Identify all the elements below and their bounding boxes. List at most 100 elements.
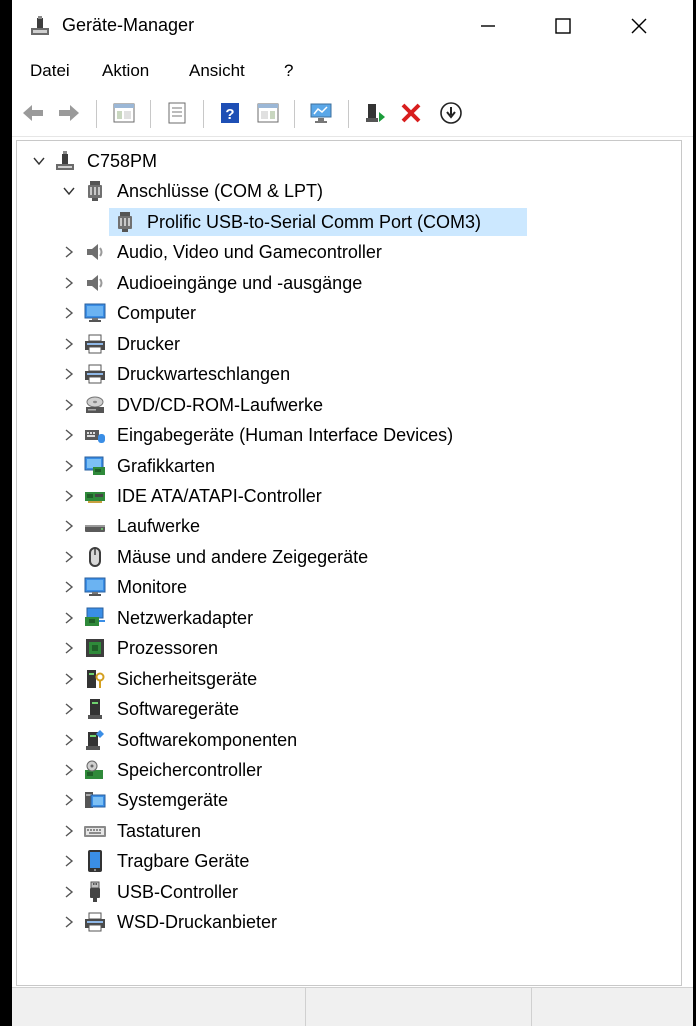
tree-category[interactable]: Audio, Video und Gamecontroller [17, 237, 679, 267]
chevron-right-icon[interactable] [61, 732, 77, 748]
tree-item-label: Audioeingänge und -ausgänge [117, 272, 363, 293]
usb-icon [83, 880, 107, 904]
tree-category[interactable]: Tastaturen [17, 816, 679, 846]
menu-datei[interactable]: Datei [30, 61, 70, 81]
tree-item-label: WSD-Druckanbieter [117, 912, 278, 933]
chevron-right-icon[interactable] [61, 671, 77, 687]
tree-root-computer[interactable]: C758PM [17, 146, 679, 176]
tree-item-label: Anschlüsse (COM & LPT) [117, 181, 324, 202]
tree-category[interactable]: Systemgeräte [17, 785, 679, 815]
toolbar-separator [348, 100, 349, 128]
maximize-icon [555, 18, 571, 34]
maximize-button[interactable] [528, 0, 598, 52]
chevron-right-icon[interactable] [61, 549, 77, 565]
console-tree-button[interactable] [109, 98, 139, 128]
title-bar[interactable]: Geräte-Manager [12, 0, 693, 52]
tree-category[interactable]: Softwarekomponenten [17, 725, 679, 755]
tree-item-label: USB-Controller [117, 881, 239, 902]
tree-category[interactable]: Tragbare Geräte [17, 846, 679, 876]
properties-icon [168, 102, 186, 124]
help-button[interactable]: ? [215, 98, 245, 128]
tree-category[interactable]: WSD-Druckanbieter [17, 907, 679, 937]
tree-category[interactable]: Grafikkarten [17, 451, 679, 481]
tree-item-label: Systemgeräte [117, 790, 229, 811]
tree-category[interactable]: Prozessoren [17, 633, 679, 663]
action-pane-button[interactable] [253, 98, 283, 128]
tree-category[interactable]: Monitore [17, 572, 679, 602]
chevron-right-icon[interactable] [61, 914, 77, 930]
chevron-right-icon[interactable] [61, 823, 77, 839]
keyboard-icon [83, 819, 107, 843]
update-driver-icon [366, 104, 385, 122]
back-button[interactable] [18, 98, 48, 128]
chevron-down-icon[interactable] [61, 183, 77, 199]
tree-category[interactable]: Softwaregeräte [17, 694, 679, 724]
tree-category[interactable]: IDE ATA/ATAPI-Controller [17, 481, 679, 511]
chevron-right-icon[interactable] [61, 518, 77, 534]
tree-item-label: Softwaregeräte [117, 699, 240, 720]
tree-category[interactable]: DVD/CD-ROM-Laufwerke [17, 390, 679, 420]
device-tree[interactable]: C758PM Anschlüsse (COM & LPT) Prolific USB… [16, 140, 682, 986]
chevron-right-icon[interactable] [61, 701, 77, 717]
chevron-right-icon[interactable] [61, 366, 77, 382]
tree-device-item[interactable]: Prolific USB-to-Serial Comm Port (COM3) [17, 207, 679, 237]
enable-device-button[interactable] [436, 98, 466, 128]
chevron-right-icon[interactable] [61, 336, 77, 352]
printer-icon [83, 910, 107, 934]
chevron-down-icon[interactable] [31, 153, 47, 169]
tree-item-label: Drucker [117, 333, 181, 354]
close-button[interactable] [604, 0, 674, 52]
uninstall-device-button[interactable] [396, 98, 426, 128]
menu-help[interactable]: ? [284, 61, 293, 81]
uninstall-device-icon [401, 103, 421, 123]
tree-item-label: Prolific USB-to-Serial Comm Port (COM3) [147, 211, 482, 232]
tree-category[interactable]: Laufwerke [17, 511, 679, 541]
chevron-right-icon[interactable] [61, 610, 77, 626]
tree-category[interactable]: Netzwerkadapter [17, 603, 679, 633]
tree-item-label: Druckwarteschlangen [117, 364, 291, 385]
minimize-button[interactable] [453, 0, 523, 52]
tree-category[interactable]: Computer [17, 298, 679, 328]
chevron-right-icon[interactable] [61, 427, 77, 443]
chevron-right-icon[interactable] [61, 458, 77, 474]
properties-button[interactable] [162, 98, 192, 128]
update-driver-button[interactable] [359, 98, 389, 128]
svg-text:?: ? [225, 106, 234, 123]
speaker-icon [83, 240, 107, 264]
menu-ansicht[interactable]: Ansicht [189, 61, 245, 81]
tree-category[interactable]: USB-Controller [17, 877, 679, 907]
tree-category[interactable]: Drucker [17, 329, 679, 359]
chevron-right-icon[interactable] [61, 579, 77, 595]
chevron-right-icon[interactable] [61, 792, 77, 808]
minimize-icon [481, 25, 495, 27]
status-separator [305, 988, 306, 1026]
system-device-icon [83, 788, 107, 812]
tree-category[interactable]: Audioeingänge und -ausgänge [17, 268, 679, 298]
chevron-right-icon[interactable] [61, 884, 77, 900]
tree-category[interactable]: Sicherheitsgeräte [17, 664, 679, 694]
chevron-right-icon[interactable] [61, 275, 77, 291]
chevron-right-icon[interactable] [61, 853, 77, 869]
chevron-right-icon[interactable] [61, 397, 77, 413]
chevron-right-icon[interactable] [61, 762, 77, 778]
tree-category[interactable]: Anschlüsse (COM & LPT) [17, 176, 679, 206]
back-arrow-icon [23, 105, 43, 121]
menu-aktion[interactable]: Aktion [102, 61, 149, 81]
forward-button[interactable] [54, 98, 84, 128]
tree-category[interactable]: Druckwarteschlangen [17, 359, 679, 389]
chevron-right-icon[interactable] [61, 488, 77, 504]
tree-item-label: Eingabegeräte (Human Interface Devices) [117, 425, 454, 446]
disk-drive-icon [83, 514, 107, 538]
device-manager-window: Geräte-Manager Datei Aktion Ansicht ? ? … [12, 0, 693, 1026]
chevron-right-icon[interactable] [61, 244, 77, 260]
security-device-icon [83, 667, 107, 691]
scan-hardware-button[interactable] [306, 98, 336, 128]
tree-category[interactable]: Eingabegeräte (Human Interface Devices) [17, 420, 679, 450]
device-manager-icon [28, 14, 52, 38]
tree-item-label: Speichercontroller [117, 760, 263, 780]
chevron-right-icon[interactable] [61, 640, 77, 656]
tree-category[interactable]: Speichercontroller [17, 755, 679, 785]
tree-category[interactable]: Mäuse und andere Zeigegeräte [17, 542, 679, 572]
chevron-right-icon[interactable] [61, 305, 77, 321]
processor-icon [83, 636, 107, 660]
